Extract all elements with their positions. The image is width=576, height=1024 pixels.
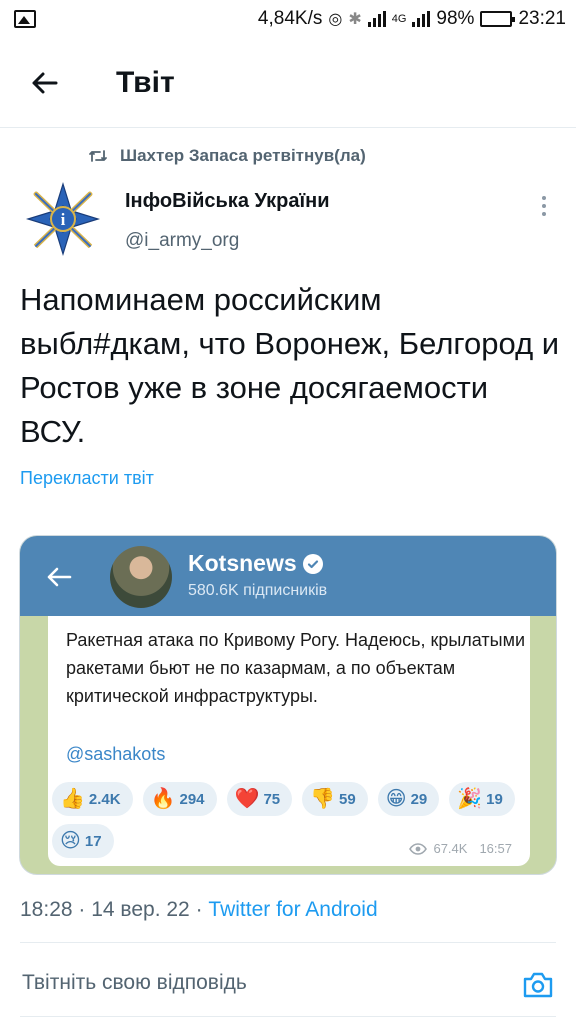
status-bar: 4,84K/s ◎ ✱ 4G 98% 23:21 bbox=[0, 0, 576, 38]
author-avatar[interactable]: i bbox=[24, 180, 102, 258]
reaction-chip: 🔥 294 bbox=[142, 782, 217, 816]
reaction-chip: 😁 29 bbox=[377, 782, 440, 816]
camera-button[interactable] bbox=[516, 963, 560, 1007]
channel-avatar bbox=[110, 546, 172, 608]
more-vertical-icon bbox=[542, 196, 546, 216]
reaction-count: 2.4K bbox=[88, 790, 121, 808]
reaction-chip: ❤️ 75 bbox=[226, 782, 293, 816]
channel-subscribers: 580.6K підписників bbox=[188, 582, 328, 599]
tweet-date: 14 вер. 22 bbox=[91, 898, 190, 921]
reaction-count: 59 bbox=[339, 790, 356, 808]
top-app-bar: Твіт bbox=[0, 38, 576, 128]
svg-text:i: i bbox=[61, 210, 66, 229]
back-button[interactable] bbox=[14, 53, 74, 113]
verified-icon bbox=[302, 553, 323, 574]
signal-icon bbox=[367, 11, 386, 27]
reaction-count: 19 bbox=[486, 790, 503, 808]
divider bbox=[20, 942, 556, 943]
tweet-media-image[interactable]: Kotsnews 580.6K підписників Ракетная ата… bbox=[19, 535, 557, 875]
view-count: 67.4K bbox=[433, 841, 468, 856]
reaction-count: 29 bbox=[410, 790, 428, 808]
battery-percent: 98% bbox=[436, 8, 475, 29]
reaction-chip: 👎 59 bbox=[302, 782, 368, 816]
telegram-back-icon bbox=[42, 560, 76, 594]
battery-icon bbox=[480, 11, 516, 27]
message-meta: 67.4K 16:57 bbox=[409, 841, 512, 856]
network-speed: 4,84K/s bbox=[257, 8, 323, 29]
reaction-chip: 😢 17 bbox=[52, 824, 114, 858]
gallery-notification-icon bbox=[14, 10, 36, 28]
retweet-icon bbox=[89, 150, 107, 162]
more-options-button[interactable] bbox=[526, 188, 562, 224]
reaction-emoji: ❤️ bbox=[234, 788, 260, 810]
reaction-count: 17 bbox=[84, 832, 102, 850]
reaction-count: 75 bbox=[263, 790, 281, 808]
reaction-emoji: 😁 bbox=[385, 788, 407, 810]
retweet-context[interactable]: Шахтер Запаса ретвітнув(ла) bbox=[88, 146, 366, 166]
tweet-time: 18:28 bbox=[20, 898, 73, 921]
translate-tweet-link[interactable]: Перекласти твіт bbox=[20, 468, 154, 489]
eye-icon bbox=[409, 842, 428, 855]
telegram-author-link: @sashakots bbox=[66, 744, 166, 764]
reply-input[interactable]: Твітніть свою відповідь bbox=[22, 971, 247, 995]
hotspot-icon: ◎ bbox=[328, 11, 343, 28]
reaction-count: 294 bbox=[179, 790, 205, 808]
bluetooth-icon: ✱ bbox=[348, 11, 362, 28]
reaction-emoji: 🔥 bbox=[150, 788, 176, 810]
tweet-timestamp: 18:28 · 14 вер. 22 · Twitter for Android bbox=[20, 898, 378, 921]
camera-icon bbox=[523, 972, 553, 998]
reaction-chip: 🎉 19 bbox=[449, 782, 515, 816]
telegram-message-bubble: Ракетная атака по Кривому Рогу. Надеюсь,… bbox=[48, 616, 530, 866]
reply-composer: Твітніть свою відповідь bbox=[0, 955, 576, 1015]
tweet-source-link[interactable]: Twitter for Android bbox=[208, 898, 377, 921]
author-name[interactable]: ІнфоВійська України bbox=[125, 190, 330, 213]
army-emblem-icon: i bbox=[25, 181, 101, 257]
clock: 23:21 bbox=[518, 8, 566, 29]
message-time: 16:57 bbox=[479, 841, 512, 856]
retweet-text: Шахтер Запаса ретвітнув(ла) bbox=[120, 146, 366, 165]
reaction-emoji: 😢 bbox=[60, 830, 81, 852]
channel-name-row: Kotsnews bbox=[188, 550, 323, 577]
reaction-emoji: 👎 bbox=[310, 788, 336, 810]
reply-underline bbox=[20, 1016, 556, 1017]
channel-name: Kotsnews bbox=[188, 550, 297, 576]
telegram-channel-header: Kotsnews 580.6K підписників bbox=[20, 536, 556, 616]
author-handle[interactable]: @i_army_org bbox=[125, 230, 239, 252]
page-title: Твіт bbox=[116, 65, 175, 99]
tweet-text: Напоминаем российским выбл#дкам, что Вор… bbox=[20, 282, 560, 449]
telegram-message-text: Ракетная атака по Кривому Рогу. Надеюсь,… bbox=[66, 630, 526, 706]
arrow-left-icon bbox=[32, 72, 58, 93]
reaction-emoji: 👍 bbox=[60, 788, 85, 810]
signal-icon-2 bbox=[412, 11, 431, 27]
reaction-chip: 👍 2.4K bbox=[52, 782, 133, 816]
reaction-emoji: 🎉 bbox=[457, 788, 483, 810]
network-type: 4G bbox=[391, 13, 407, 25]
